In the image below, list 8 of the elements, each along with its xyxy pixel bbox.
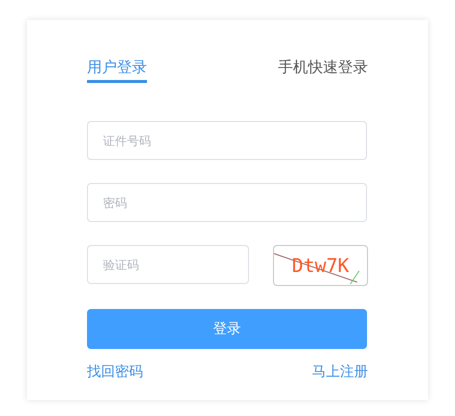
link[interactable]: 找回密码 [87,363,143,381]
tab[interactable]: 用户登录 [87,58,147,83]
link[interactable]: 马上注册 [312,363,368,381]
captcha-field[interactable]: 验证码 [87,245,249,284]
tab[interactable]: 手机快速登录 [278,58,368,83]
login-button[interactable]: 登录 [87,309,367,349]
input-field[interactable]: 密码 [87,183,367,222]
input-field[interactable]: 证件号码 [87,121,367,160]
